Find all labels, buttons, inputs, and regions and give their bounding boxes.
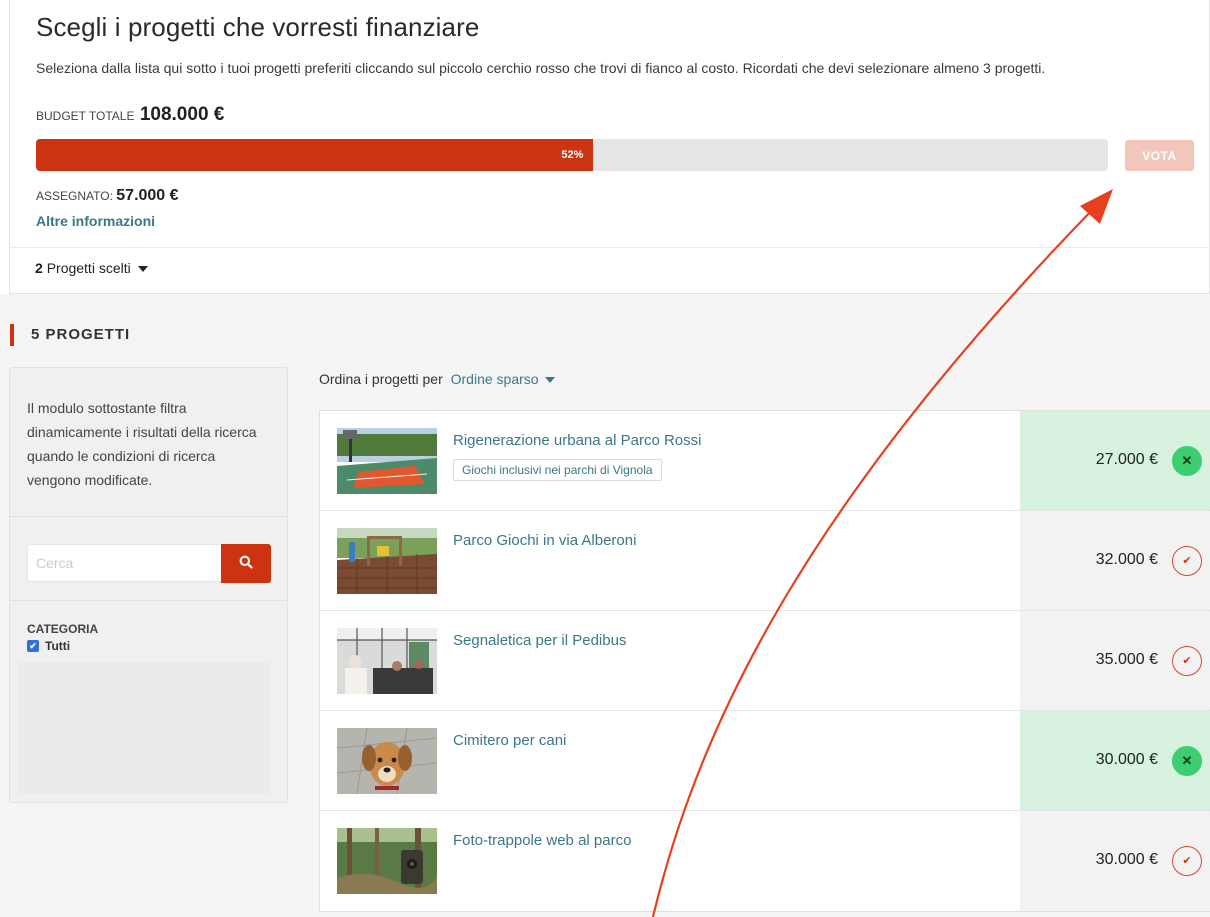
category-list-area: [18, 662, 270, 794]
section-title: 5 PROGETTI: [10, 324, 130, 346]
check-icon: ✔: [1182, 555, 1192, 567]
caret-down-icon: [544, 377, 555, 384]
checkbox-checked-icon: ✔: [27, 640, 39, 652]
project-title[interactable]: Parco Giochi in via Alberoni: [453, 532, 636, 549]
divider: [10, 247, 1209, 248]
project-cost: 35.000 €: [1095, 651, 1158, 668]
search-icon: [239, 555, 253, 569]
project-thumbnail[interactable]: [337, 728, 437, 794]
budget-label: Budget totale: [36, 109, 135, 123]
deselect-project-button[interactable]: ✕: [1172, 746, 1202, 776]
search-input[interactable]: [27, 544, 222, 582]
caret-down-icon: [137, 266, 148, 273]
assigned-amount: Assegnato: 57.000 €: [36, 187, 179, 205]
project-cost: 30.000 €: [1095, 751, 1158, 768]
project-title[interactable]: Foto-trappole web al parco: [453, 832, 631, 849]
more-info-link[interactable]: Altre informazioni: [36, 213, 155, 229]
filter-panel: Il modulo sottostante filtra dinamicamen…: [9, 367, 288, 803]
close-icon: ✕: [1181, 453, 1193, 468]
project-cost-box: 30.000 € ✕: [1020, 711, 1210, 810]
sort-control: Ordina i progetti per Ordine sparso: [319, 371, 555, 387]
project-row: Rigenerazione urbana al Parco Rossi Gioc…: [320, 411, 1210, 511]
project-title[interactable]: Rigenerazione urbana al Parco Rossi: [453, 432, 701, 449]
budget-total: Budget totale 108.000 €: [36, 104, 224, 126]
sort-label: Ordina i progetti per: [319, 371, 443, 387]
project-thumbnail[interactable]: [337, 628, 437, 694]
select-project-button[interactable]: ✔: [1172, 846, 1202, 876]
project-list: Rigenerazione urbana al Parco Rossi Gioc…: [319, 410, 1210, 912]
budget-value: 108.000 €: [139, 104, 225, 125]
category-all-label: Tutti: [45, 639, 71, 653]
check-icon: ✔: [1182, 655, 1192, 667]
project-thumbnail[interactable]: [337, 828, 437, 894]
project-cost-box: 32.000 € ✔: [1020, 511, 1210, 610]
project-cost-box: 35.000 € ✔: [1020, 611, 1210, 710]
check-icon: ✔: [1182, 855, 1192, 867]
deselect-project-button[interactable]: ✕: [1172, 446, 1202, 476]
select-project-button[interactable]: ✔: [1172, 546, 1202, 576]
project-row: Parco Giochi in via Alberoni 32.000 € ✔: [320, 511, 1210, 611]
divider: [10, 516, 287, 517]
project-tag[interactable]: Giochi inclusivi nei parchi di Vignola: [453, 459, 662, 481]
project-cost-box: 27.000 € ✕: [1020, 411, 1210, 510]
page-description: Seleziona dalla lista qui sotto i tuoi p…: [36, 60, 1046, 76]
project-title[interactable]: Segnaletica per il Pedibus: [453, 632, 626, 649]
chosen-projects-toggle[interactable]: 2 Progetti scelti: [35, 260, 148, 276]
category-label: Categoria: [27, 622, 99, 636]
budget-card: Scegli i progetti che vorresti finanziar…: [9, 0, 1210, 294]
sort-value: Ordine sparso: [450, 371, 539, 387]
project-thumbnail[interactable]: [337, 528, 437, 594]
vote-button[interactable]: VOTA: [1125, 140, 1194, 171]
search-button[interactable]: [221, 544, 271, 583]
project-thumbnail[interactable]: [337, 428, 437, 494]
divider: [10, 600, 287, 601]
project-row: Cimitero per cani 30.000 € ✕: [320, 711, 1210, 811]
project-title[interactable]: Cimitero per cani: [453, 732, 566, 749]
page-title: Scegli i progetti che vorresti finanziar…: [36, 12, 480, 42]
project-cost-box: 30.000 € ✔: [1020, 811, 1210, 911]
assigned-label: Assegnato:: [36, 189, 113, 203]
assigned-value: 57.000 €: [116, 187, 179, 204]
project-cost: 32.000 €: [1095, 551, 1158, 568]
close-icon: ✕: [1181, 753, 1193, 768]
project-cost: 30.000 €: [1095, 851, 1158, 868]
filter-description: Il modulo sottostante filtra dinamicamen…: [27, 400, 257, 488]
select-project-button[interactable]: ✔: [1172, 646, 1202, 676]
budget-progress-bar: 52%: [36, 139, 1108, 171]
projects-section: 5 PROGETTI Il modulo sottostante filtra …: [0, 294, 1210, 917]
project-cost: 27.000 €: [1095, 451, 1158, 468]
category-all-checkbox[interactable]: ✔ Tutti: [27, 639, 70, 653]
project-row: Segnaletica per il Pedibus 35.000 € ✔: [320, 611, 1210, 711]
sort-dropdown[interactable]: Ordine sparso: [451, 371, 555, 387]
progress-fill: 52%: [36, 139, 594, 171]
chosen-count: 2: [35, 260, 43, 276]
chosen-label: Progetti scelti: [46, 260, 131, 276]
project-row: Foto-trappole web al parco 30.000 € ✔: [320, 811, 1210, 911]
